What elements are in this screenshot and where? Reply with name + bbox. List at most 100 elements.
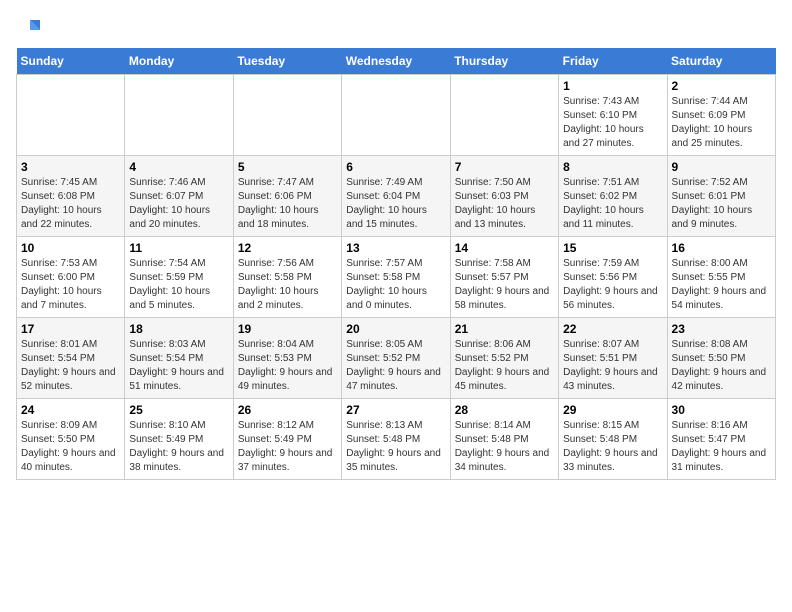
day-number: 17 [21, 322, 120, 336]
day-info: Sunrise: 8:04 AM Sunset: 5:53 PM Dayligh… [238, 338, 337, 394]
day-info: Sunrise: 8:06 AM Sunset: 5:52 PM Dayligh… [455, 338, 554, 394]
day-number: 14 [455, 241, 554, 255]
day-info: Sunrise: 7:51 AM Sunset: 6:02 PM Dayligh… [563, 176, 662, 232]
weekday-header-wednesday: Wednesday [342, 48, 450, 75]
day-info: Sunrise: 8:12 AM Sunset: 5:49 PM Dayligh… [238, 419, 337, 475]
calendar-cell: 7 Sunrise: 7:50 AM Sunset: 6:03 PM Daylig… [450, 156, 558, 237]
day-info: Sunrise: 7:53 AM Sunset: 6:00 PM Dayligh… [21, 257, 120, 313]
day-info: Sunrise: 8:08 AM Sunset: 5:50 PM Dayligh… [672, 338, 771, 394]
day-info: Sunrise: 7:43 AM Sunset: 6:10 PM Dayligh… [563, 95, 662, 151]
day-number: 13 [346, 241, 445, 255]
calendar-cell: 27 Sunrise: 8:13 AM Sunset: 5:48 PM Dayli… [342, 399, 450, 480]
day-number: 25 [129, 403, 228, 417]
calendar-cell [233, 75, 341, 156]
weekday-header-friday: Friday [559, 48, 667, 75]
day-info: Sunrise: 8:07 AM Sunset: 5:51 PM Dayligh… [563, 338, 662, 394]
weekday-header-monday: Monday [125, 48, 233, 75]
day-number: 28 [455, 403, 554, 417]
day-info: Sunrise: 8:05 AM Sunset: 5:52 PM Dayligh… [346, 338, 445, 394]
day-number: 24 [21, 403, 120, 417]
day-number: 23 [672, 322, 771, 336]
calendar-cell: 10 Sunrise: 7:53 AM Sunset: 6:00 PM Dayli… [17, 237, 125, 318]
calendar-cell [450, 75, 558, 156]
day-number: 16 [672, 241, 771, 255]
day-number: 26 [238, 403, 337, 417]
day-info: Sunrise: 8:01 AM Sunset: 5:54 PM Dayligh… [21, 338, 120, 394]
calendar-cell: 6 Sunrise: 7:49 AM Sunset: 6:04 PM Daylig… [342, 156, 450, 237]
calendar-cell: 2 Sunrise: 7:44 AM Sunset: 6:09 PM Daylig… [667, 75, 775, 156]
calendar-cell: 22 Sunrise: 8:07 AM Sunset: 5:51 PM Dayli… [559, 318, 667, 399]
weekday-header-sunday: Sunday [17, 48, 125, 75]
day-number: 4 [129, 160, 228, 174]
day-info: Sunrise: 7:50 AM Sunset: 6:03 PM Dayligh… [455, 176, 554, 232]
day-info: Sunrise: 8:13 AM Sunset: 5:48 PM Dayligh… [346, 419, 445, 475]
calendar-cell: 25 Sunrise: 8:10 AM Sunset: 5:49 PM Dayli… [125, 399, 233, 480]
calendar-cell: 21Sunrise: 8:06 AM Sunset: 5:52 PM Dayli… [450, 318, 558, 399]
day-number: 8 [563, 160, 662, 174]
header [16, 16, 776, 40]
calendar-cell: 16 Sunrise: 8:00 AM Sunset: 5:55 PM Dayli… [667, 237, 775, 318]
day-info: Sunrise: 8:03 AM Sunset: 5:54 PM Dayligh… [129, 338, 228, 394]
day-number: 5 [238, 160, 337, 174]
day-info: Sunrise: 8:14 AM Sunset: 5:48 PM Dayligh… [455, 419, 554, 475]
calendar-cell: 28 Sunrise: 8:14 AM Sunset: 5:48 PM Dayli… [450, 399, 558, 480]
day-info: Sunrise: 7:49 AM Sunset: 6:04 PM Dayligh… [346, 176, 445, 232]
weekday-header-tuesday: Tuesday [233, 48, 341, 75]
calendar-cell: 11 Sunrise: 7:54 AM Sunset: 5:59 PM Dayli… [125, 237, 233, 318]
calendar-cell: 23 Sunrise: 8:08 AM Sunset: 5:50 PM Dayli… [667, 318, 775, 399]
day-number: 11 [129, 241, 228, 255]
day-number: 22 [563, 322, 662, 336]
day-info: Sunrise: 8:16 AM Sunset: 5:47 PM Dayligh… [672, 419, 771, 475]
calendar-cell [342, 75, 450, 156]
day-info: Sunrise: 7:44 AM Sunset: 6:09 PM Dayligh… [672, 95, 771, 151]
day-info: Sunrise: 7:47 AM Sunset: 6:06 PM Dayligh… [238, 176, 337, 232]
calendar-cell: 24 Sunrise: 8:09 AM Sunset: 5:50 PM Dayli… [17, 399, 125, 480]
day-number: 18 [129, 322, 228, 336]
day-info: Sunrise: 7:45 AM Sunset: 6:08 PM Dayligh… [21, 176, 120, 232]
day-number: 7 [455, 160, 554, 174]
calendar-cell: 1 Sunrise: 7:43 AM Sunset: 6:10 PM Daylig… [559, 75, 667, 156]
day-info: Sunrise: 7:46 AM Sunset: 6:07 PM Dayligh… [129, 176, 228, 232]
calendar-cell: 8 Sunrise: 7:51 AM Sunset: 6:02 PM Daylig… [559, 156, 667, 237]
weekday-header-saturday: Saturday [667, 48, 775, 75]
day-info: Sunrise: 7:57 AM Sunset: 5:58 PM Dayligh… [346, 257, 445, 313]
day-info: Sunrise: 8:09 AM Sunset: 5:50 PM Dayligh… [21, 419, 120, 475]
day-number: 9 [672, 160, 771, 174]
calendar-cell: 19 Sunrise: 8:04 AM Sunset: 5:53 PM Dayli… [233, 318, 341, 399]
day-number: 30 [672, 403, 771, 417]
calendar-cell: 4 Sunrise: 7:46 AM Sunset: 6:07 PM Daylig… [125, 156, 233, 237]
calendar-cell: 18 Sunrise: 8:03 AM Sunset: 5:54 PM Dayli… [125, 318, 233, 399]
weekday-header-thursday: Thursday [450, 48, 558, 75]
calendar-cell: 5 Sunrise: 7:47 AM Sunset: 6:06 PM Daylig… [233, 156, 341, 237]
day-number: 20 [346, 322, 445, 336]
calendar-cell: 30 Sunrise: 8:16 AM Sunset: 5:47 PM Dayli… [667, 399, 775, 480]
calendar-cell: 3 Sunrise: 7:45 AM Sunset: 6:08 PM Daylig… [17, 156, 125, 237]
day-info: Sunrise: 7:56 AM Sunset: 5:58 PM Dayligh… [238, 257, 337, 313]
day-number: 6 [346, 160, 445, 174]
calendar-cell: 12 Sunrise: 7:56 AM Sunset: 5:58 PM Dayli… [233, 237, 341, 318]
day-number: 19 [238, 322, 337, 336]
calendar-cell: 26 Sunrise: 8:12 AM Sunset: 5:49 PM Dayli… [233, 399, 341, 480]
calendar-cell: 29Sunrise: 8:15 AM Sunset: 5:48 PM Dayli… [559, 399, 667, 480]
calendar-cell: 15Sunrise: 7:59 AM Sunset: 5:56 PM Dayli… [559, 237, 667, 318]
day-number: 10 [21, 241, 120, 255]
day-number: 1 [563, 79, 662, 93]
logo [16, 16, 44, 40]
day-number: 3 [21, 160, 120, 174]
day-info: Sunrise: 8:10 AM Sunset: 5:49 PM Dayligh… [129, 419, 228, 475]
day-number: 27 [346, 403, 445, 417]
logo-icon [16, 16, 40, 40]
calendar-cell: 17 Sunrise: 8:01 AM Sunset: 5:54 PM Dayli… [17, 318, 125, 399]
calendar-cell: 9 Sunrise: 7:52 AM Sunset: 6:01 PM Daylig… [667, 156, 775, 237]
day-number: 15 [563, 241, 662, 255]
day-info: Sunrise: 8:00 AM Sunset: 5:55 PM Dayligh… [672, 257, 771, 313]
calendar-cell: 14 Sunrise: 7:58 AM Sunset: 5:57 PM Dayli… [450, 237, 558, 318]
day-info: Sunrise: 7:54 AM Sunset: 5:59 PM Dayligh… [129, 257, 228, 313]
calendar-cell [125, 75, 233, 156]
day-info: Sunrise: 7:52 AM Sunset: 6:01 PM Dayligh… [672, 176, 771, 232]
calendar-cell [17, 75, 125, 156]
calendar-cell: 13 Sunrise: 7:57 AM Sunset: 5:58 PM Dayli… [342, 237, 450, 318]
day-info: Sunrise: 7:58 AM Sunset: 5:57 PM Dayligh… [455, 257, 554, 313]
day-number: 2 [672, 79, 771, 93]
day-number: 12 [238, 241, 337, 255]
